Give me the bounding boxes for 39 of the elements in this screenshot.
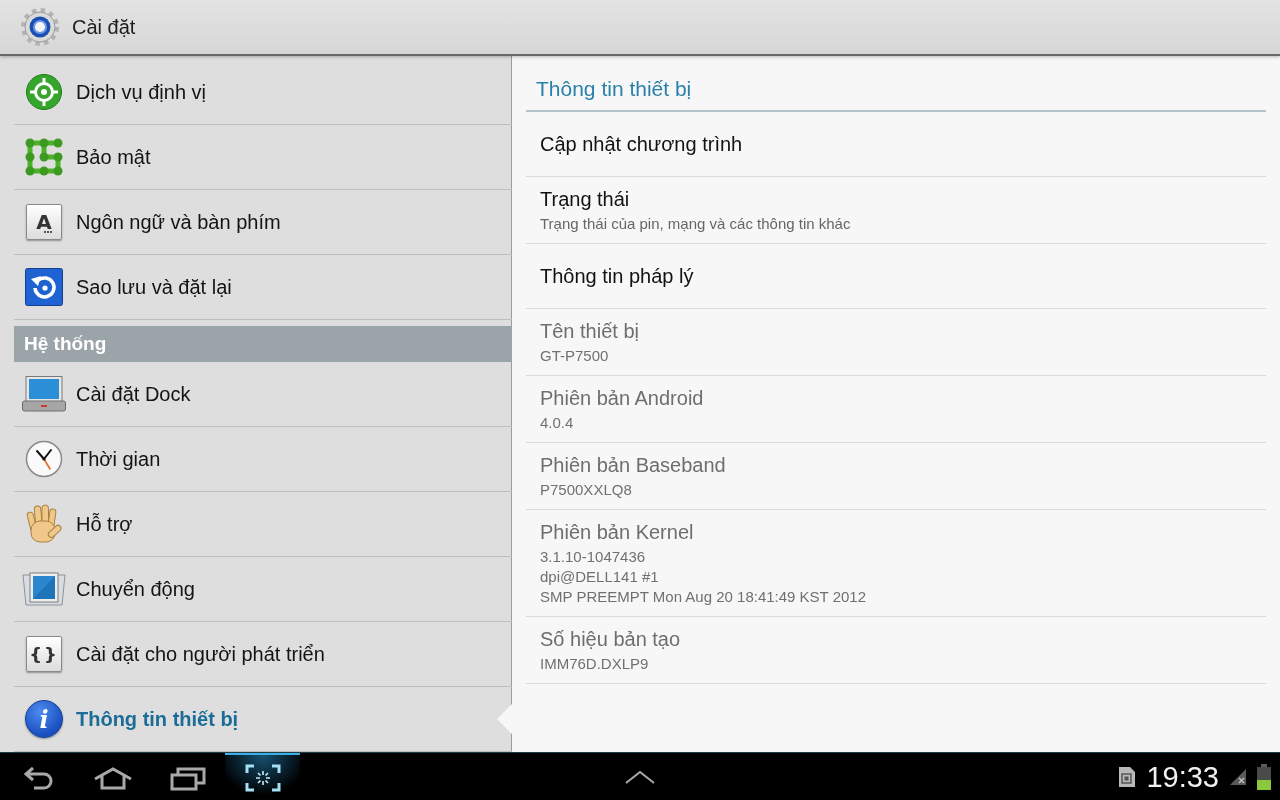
sidebar-item[interactable]: Dịch vụ định vị [14,60,512,125]
list-item-summary: IMM76D.DXLP9 [540,654,649,674]
panel-title: Thông tin thiết bị [536,76,692,102]
list-item-summary: Trạng thái của pin, mạng và các thông tin khác [540,214,851,234]
crosshair-icon [25,73,63,111]
sd-card-icon [1118,765,1137,788]
dot-pattern-icon [25,138,63,176]
house-icon [92,765,133,790]
list-item-summary: 3.1.10-1047436 dpi@DELL141 #1 SMP PREEMPT Mon Aug 20 18:41:49 KST 2012 [540,547,867,607]
clock-icon [25,440,63,478]
settings-gear-icon [20,7,60,47]
capture-frame-icon [244,763,281,792]
battery-icon [1257,763,1271,790]
sidebar-item[interactable]: Sao lưu và đặt lại [14,255,512,320]
sidebar-item[interactable]: Cài đặt Dock [14,362,512,427]
list-item-summary: P7500XXLQ8 [540,480,632,500]
tilted-screen-icon [22,571,66,607]
list-item-title[interactable]: Cập nhật chương trình [540,131,743,157]
screen-title: Cài đặt [72,15,136,39]
sidebar-item[interactable]: {} Cài đặt cho người phát triển [14,622,512,687]
info-icon: i [25,700,63,738]
sidebar-item[interactable]: Hỗ trợ [14,492,512,557]
back-arrow-icon [21,765,54,790]
signal-icon [1229,767,1247,786]
section-header: Hệ thống [14,326,512,362]
sidebar-item[interactable]: Thời gian [14,427,512,492]
list-item-title[interactable]: Trạng thái [540,186,630,212]
list-item-summary: GT-P7500 [540,346,609,366]
sidebar-item[interactable]: Bảo mật [14,125,512,190]
sidebar-item[interactable]: Chuyển động [14,557,512,622]
caret-up-icon [624,769,656,784]
sidebar-item[interactable]: A Ngôn ngữ và bàn phím [14,190,512,255]
list-item-title[interactable]: Thông tin pháp lý [540,263,694,289]
hand-icon [25,504,63,544]
list-item-summary: 4.0.4 [540,413,574,433]
braces-tile-icon: {} [26,636,62,672]
clock-time: 19:33 [1146,760,1219,793]
monitor-dock-icon [22,376,66,412]
letter-tile-icon: A [26,204,62,240]
